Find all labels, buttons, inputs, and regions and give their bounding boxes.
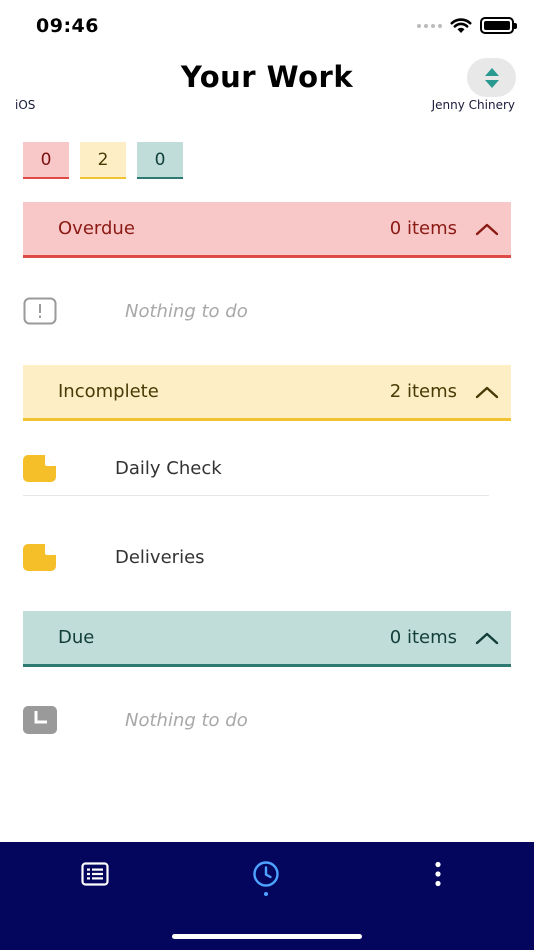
due-count-badge[interactable]: 0 xyxy=(137,142,183,179)
active-indicator xyxy=(264,892,268,896)
chevron-up-icon[interactable] xyxy=(475,626,499,650)
overdue-count-badge[interactable]: 0 xyxy=(23,142,69,179)
more-vertical-icon xyxy=(435,861,441,887)
page-title: Your Work xyxy=(180,60,354,94)
sort-updown-icon xyxy=(484,67,499,88)
status-time: 09:46 xyxy=(36,15,99,37)
nav-list-button[interactable] xyxy=(73,852,117,896)
platform-label: iOS xyxy=(15,98,36,112)
task-label: Deliveries xyxy=(115,546,205,568)
status-bar: 09:46 xyxy=(0,0,534,54)
list-item[interactable]: Daily Check xyxy=(23,454,489,482)
home-indicator xyxy=(172,934,362,939)
overdue-section-title: Overdue xyxy=(58,218,135,239)
note-icon xyxy=(23,454,57,482)
incomplete-count-badge[interactable]: 2 xyxy=(80,142,126,179)
due-empty-text: Nothing to do xyxy=(125,709,248,731)
divider xyxy=(23,495,489,496)
task-label: Daily Check xyxy=(115,457,222,479)
incomplete-section-header[interactable]: Incomplete 2 items xyxy=(23,365,511,421)
nav-more-button[interactable] xyxy=(416,852,460,896)
due-section-title: Due xyxy=(58,627,95,648)
sort-button[interactable] xyxy=(467,58,516,97)
status-icons xyxy=(417,17,517,34)
overdue-section-header[interactable]: Overdue 0 items xyxy=(23,202,511,258)
incomplete-section-title: Incomplete xyxy=(58,381,159,402)
due-section-count: 0 items xyxy=(389,627,457,648)
overdue-empty-row: Nothing to do xyxy=(23,297,489,325)
battery-icon xyxy=(480,17,517,34)
nav-clock-button[interactable] xyxy=(244,852,288,896)
incomplete-section-count: 2 items xyxy=(389,381,457,402)
overdue-empty-text: Nothing to do xyxy=(125,300,248,322)
chevron-up-icon[interactable] xyxy=(475,380,499,404)
due-empty-row: Nothing to do xyxy=(23,706,489,734)
due-section-header[interactable]: Due 0 items xyxy=(23,611,511,667)
overdue-section-count: 0 items xyxy=(389,218,457,239)
list-item[interactable]: Deliveries xyxy=(23,543,489,571)
signal-icon xyxy=(417,23,442,28)
chevron-up-icon[interactable] xyxy=(475,217,499,241)
wifi-icon xyxy=(450,17,472,33)
list-icon xyxy=(81,862,109,886)
exclamation-icon xyxy=(23,297,57,325)
note-icon xyxy=(23,543,57,571)
bottom-nav xyxy=(0,842,534,950)
clock-square-icon xyxy=(23,706,57,734)
clock-icon xyxy=(253,861,279,887)
user-name[interactable]: Jenny Chinery xyxy=(432,98,515,112)
